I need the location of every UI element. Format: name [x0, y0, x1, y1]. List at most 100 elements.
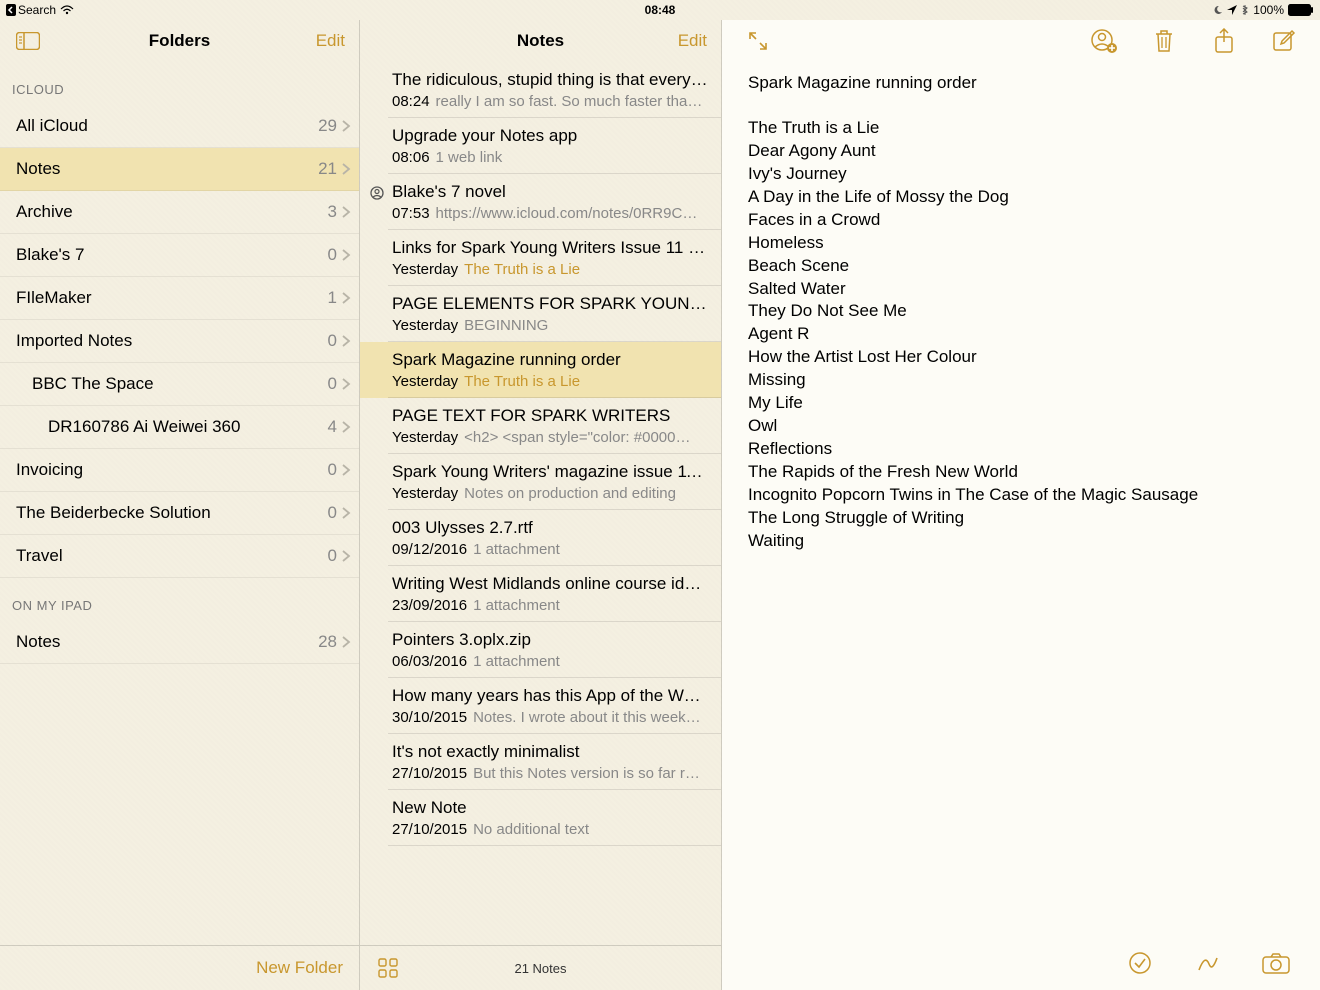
location-icon: [1227, 5, 1237, 15]
expand-note-button[interactable]: [744, 27, 772, 55]
compose-note-button[interactable]: [1270, 27, 1298, 55]
note-line: Incognito Popcorn Twins in The Case of t…: [748, 484, 1294, 507]
note-meta: YesterdayThe Truth is a Lie: [392, 373, 709, 390]
folder-row[interactable]: Travel0: [0, 535, 359, 578]
note-meta: 09/12/20161 attachment: [392, 541, 709, 558]
note-row[interactable]: The ridiculous, stupid thing is that eve…: [360, 62, 721, 118]
note-row[interactable]: It's not exactly minimalist 27/10/2015But…: [360, 734, 721, 790]
note-row[interactable]: How many years has this App of the We… 30…: [360, 678, 721, 734]
folder-row[interactable]: Blake's 70: [0, 234, 359, 277]
note-row[interactable]: Upgrade your Notes app08:061 web link: [360, 118, 721, 174]
note-title: Blake's 7 novel: [392, 182, 709, 202]
folder-count: 3: [328, 202, 337, 222]
note-row[interactable]: New Note 27/10/2015 No additional text: [360, 790, 721, 846]
note-body[interactable]: Spark Magazine running order The Truth i…: [722, 62, 1320, 935]
note-title: New Note: [392, 798, 709, 818]
note-meta: Yesterday<h2> <span style="color: #0000…: [392, 429, 709, 446]
battery-percent: 100%: [1253, 3, 1284, 17]
note-row[interactable]: Writing West Midlands online course ide……: [360, 566, 721, 622]
chevron-right-icon: [341, 635, 351, 649]
delete-note-button[interactable]: [1150, 27, 1178, 55]
camera-button[interactable]: [1262, 949, 1290, 977]
folder-count: 4: [328, 417, 337, 437]
note-line: Agent R: [748, 323, 1294, 346]
folder-section-label: ICLOUD: [0, 62, 359, 105]
note-row[interactable]: Blake's 7 novel07:53https://www.icloud.c…: [360, 174, 721, 230]
folder-row[interactable]: Archive3: [0, 191, 359, 234]
note-meta: 23/09/20161 attachment: [392, 597, 709, 614]
folder-count: 0: [328, 374, 337, 394]
note-row[interactable]: Links for Spark Young Writers Issue 11 p…: [360, 230, 721, 286]
note-title: The ridiculous, stupid thing is that eve…: [392, 70, 709, 90]
sketch-button[interactable]: [1194, 949, 1222, 977]
chevron-right-icon: [341, 420, 351, 434]
sidebar-toggle-button[interactable]: [14, 27, 42, 55]
note-row[interactable]: Spark Young Writers' magazine issue 11…Y…: [360, 454, 721, 510]
note-preview: No additional text: [473, 821, 589, 838]
folder-count: 0: [328, 503, 337, 523]
folder-row[interactable]: All iCloud29: [0, 105, 359, 148]
note-meta: 30/10/2015Notes. I wrote about it this w…: [392, 709, 709, 726]
folder-row[interactable]: BBC The Space0: [0, 363, 359, 406]
note-line: Reflections: [748, 438, 1294, 461]
share-button[interactable]: [1210, 27, 1238, 55]
note-time: 06/03/2016: [392, 653, 467, 670]
folder-name: BBC The Space: [32, 374, 328, 394]
note-preview: Notes. I wrote about it this week…: [473, 709, 701, 726]
note-time: Yesterday: [392, 261, 458, 278]
folder-row[interactable]: DR160786 Ai Weiwei 3604: [0, 406, 359, 449]
note-meta: 27/10/2015But this Notes version is so f…: [392, 765, 709, 782]
note-time: 09/12/2016: [392, 541, 467, 558]
chevron-right-icon: [341, 291, 351, 305]
note-time: 27/10/2015: [392, 821, 467, 838]
folder-row[interactable]: The Beiderbecke Solution0: [0, 492, 359, 535]
wifi-icon: [60, 5, 74, 15]
notes-edit-button[interactable]: Edit: [678, 31, 707, 51]
note-row[interactable]: 003 Ulysses 2.7.rtf 09/12/20161 attachmen…: [360, 510, 721, 566]
note-title: How many years has this App of the We…: [392, 686, 709, 706]
back-to-search[interactable]: Search: [6, 3, 56, 17]
folder-row[interactable]: Invoicing0: [0, 449, 359, 492]
note-preview: https://www.icloud.com/notes/0RR9C…: [436, 205, 698, 222]
note-line: The Long Struggle of Writing: [748, 507, 1294, 530]
note-row[interactable]: PAGE ELEMENTS FOR SPARK YOUNG…YesterdayB…: [360, 286, 721, 342]
note-title: It's not exactly minimalist: [392, 742, 709, 762]
folder-row[interactable]: Notes28: [0, 621, 359, 664]
note-line: Ivy's Journey: [748, 163, 1294, 186]
folder-name: Notes: [16, 632, 318, 652]
folder-count: 0: [328, 245, 337, 265]
back-label: Search: [18, 3, 56, 17]
folder-name: Imported Notes: [16, 331, 328, 351]
note-meta: YesterdayThe Truth is a Lie: [392, 261, 709, 278]
folder-row[interactable]: FIleMaker1: [0, 277, 359, 320]
folder-name: Archive: [16, 202, 328, 222]
folders-edit-button[interactable]: Edit: [316, 31, 345, 51]
status-bar: Search 08:48 100%: [0, 0, 1320, 20]
note-line: Homeless: [748, 232, 1294, 255]
note-preview: <h2> <span style="color: #0000…: [464, 429, 690, 446]
note-line: They Do Not See Me: [748, 300, 1294, 323]
note-line: The Truth is a Lie: [748, 117, 1294, 140]
folder-row[interactable]: Notes21: [0, 148, 359, 191]
note-row[interactable]: PAGE TEXT FOR SPARK WRITERSYesterday<h2>…: [360, 398, 721, 454]
folder-row[interactable]: Imported Notes0: [0, 320, 359, 363]
note-preview: really I am so fast. So much faster tha…: [436, 93, 703, 110]
folder-count: 28: [318, 632, 337, 652]
note-title: 003 Ulysses 2.7.rtf: [392, 518, 709, 538]
dnd-moon-icon: [1213, 5, 1223, 15]
checklist-button[interactable]: [1126, 949, 1154, 977]
note-line: How the Artist Lost Her Colour: [748, 346, 1294, 369]
note-line: Missing: [748, 369, 1294, 392]
note-preview: 1 attachment: [473, 653, 560, 670]
chevron-right-icon: [341, 506, 351, 520]
add-people-button[interactable]: [1090, 27, 1118, 55]
new-folder-button[interactable]: New Folder: [256, 958, 343, 978]
note-line: Owl: [748, 415, 1294, 438]
attachments-grid-button[interactable]: [374, 954, 402, 982]
chevron-right-icon: [341, 334, 351, 348]
chevron-right-icon: [341, 248, 351, 262]
note-row[interactable]: Pointers 3.oplx.zip06/03/20161 attachmen…: [360, 622, 721, 678]
note-row[interactable]: Spark Magazine running orderYesterdayThe…: [360, 342, 721, 398]
note-title: Writing West Midlands online course ide…: [392, 574, 709, 594]
note-preview: 1 attachment: [473, 597, 560, 614]
